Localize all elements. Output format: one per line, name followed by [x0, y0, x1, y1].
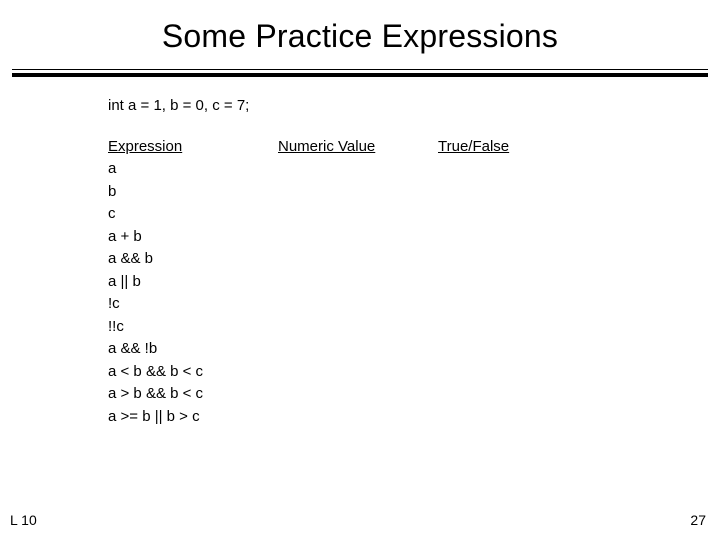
expression-row: a > b && b < c — [108, 383, 278, 406]
expression-row: a < b && b < c — [108, 361, 278, 384]
expression-row: a + b — [108, 226, 278, 249]
expression-header: Expression — [108, 136, 278, 159]
expression-row: !!c — [108, 316, 278, 339]
expression-row: c — [108, 203, 278, 226]
variable-declaration: int a = 1, b = 0, c = 7; — [108, 95, 720, 118]
slide: Some Practice Expressions int a = 1, b =… — [0, 0, 720, 540]
expression-row: a || b — [108, 271, 278, 294]
expression-table: Expression a b c a + b a && b a || b !c … — [108, 136, 720, 429]
expression-row: a — [108, 158, 278, 181]
expression-column: Expression a b c a + b a && b a || b !c … — [108, 136, 278, 429]
numeric-column: Numeric Value — [278, 136, 438, 429]
slide-title: Some Practice Expressions — [0, 0, 720, 69]
slide-body: int a = 1, b = 0, c = 7; Expression a b … — [0, 77, 720, 428]
expression-row: b — [108, 181, 278, 204]
expression-row: !c — [108, 293, 278, 316]
expression-row: a >= b || b > c — [108, 406, 278, 429]
truefalse-header: True/False — [438, 136, 509, 159]
slide-number: 27 — [690, 512, 706, 528]
title-rule — [12, 69, 708, 77]
footer-left: L 10 — [10, 512, 37, 528]
numeric-header: Numeric Value — [278, 136, 438, 159]
expression-row: a && b — [108, 248, 278, 271]
expression-row: a && !b — [108, 338, 278, 361]
truefalse-column: True/False — [438, 136, 509, 429]
